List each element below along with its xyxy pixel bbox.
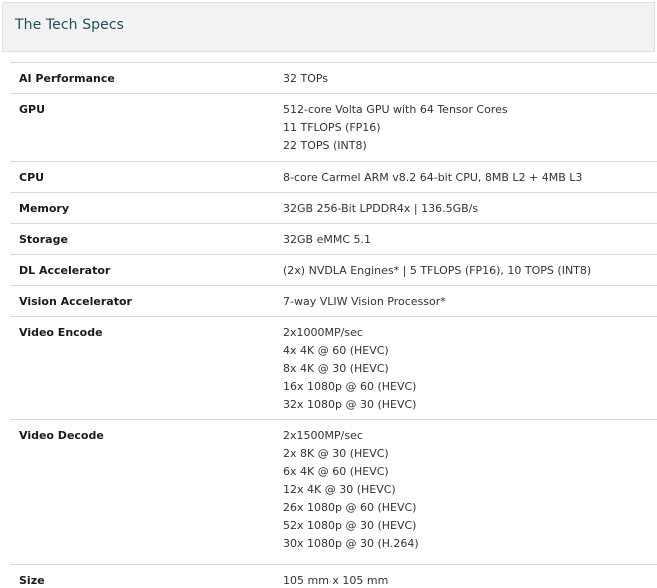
spec-label: Storage bbox=[19, 233, 68, 246]
spec-values: 32 TOPs bbox=[283, 70, 328, 88]
spec-row: Vision Accelerator 7-way VLIW Vision Proc… bbox=[10, 285, 657, 316]
spec-value-line: 11 TFLOPS (FP16) bbox=[283, 121, 381, 134]
spec-values: 105 mm x 105 mm bbox=[283, 572, 388, 588]
spec-value-line: 4x 4K @ 60 (HEVC) bbox=[283, 344, 389, 357]
spec-value-line: 32GB 256-Bit LPDDR4x | 136.5GB/s bbox=[283, 202, 479, 215]
spec-value-line: 8x 4K @ 30 (HEVC) bbox=[283, 362, 389, 375]
spec-values: 7-way VLIW Vision Processor* bbox=[283, 293, 446, 311]
spec-label: Video Encode bbox=[19, 326, 103, 339]
spec-value-line: 12x 4K @ 30 (HEVC) bbox=[283, 483, 396, 496]
spec-value-line: 8-core Carmel ARM v8.2 64-bit CPU, 8MB L… bbox=[283, 171, 583, 184]
spec-value-line: 2x1500MP/sec bbox=[283, 429, 363, 442]
spec-row: Storage 32GB eMMC 5.1 bbox=[10, 223, 657, 254]
specs-header: The Tech Specs bbox=[2, 2, 655, 52]
spec-value-line: 32GB eMMC 5.1 bbox=[283, 233, 371, 246]
spec-value-line: 32 TOPs bbox=[283, 72, 329, 85]
spec-values: 512-core Volta GPU with 64 Tensor Cores 1… bbox=[283, 101, 508, 155]
spec-row: CPU 8-core Carmel ARM v8.2 64-bit CPU, 8M… bbox=[10, 161, 657, 192]
spec-values: 2x1000MP/sec 4x 4K @ 60 (HEVC) 8x 4K @ 30 … bbox=[283, 324, 416, 414]
tech-specs-page: The Tech Specs AI Performance 32 TOPs GPU 5… bbox=[0, 0, 657, 588]
spec-value-line: 105 mm x 105 mm bbox=[283, 574, 389, 587]
spec-label: AI Performance bbox=[19, 72, 115, 85]
spec-value-line: 512-core Volta GPU with 64 Tensor Cores bbox=[283, 103, 508, 116]
spec-row: Video Decode 2x1500MP/sec 2x 8K @ 30 (HEVC… bbox=[10, 419, 657, 564]
spec-row: Size 105 mm x 105 mm bbox=[10, 564, 657, 588]
spec-label: CPU bbox=[19, 171, 45, 184]
spec-value-line: 2x1000MP/sec bbox=[283, 326, 363, 339]
spec-row: GPU 512-core Volta GPU with 64 Tensor Cor… bbox=[10, 93, 657, 161]
page-title: The Tech Specs bbox=[15, 17, 125, 33]
spec-values: 32GB eMMC 5.1 bbox=[283, 231, 371, 249]
spec-label: GPU bbox=[19, 103, 46, 116]
spec-values: (2x) NVDLA Engines* | 5 TFLOPS (FP16), 1… bbox=[283, 262, 591, 280]
spec-value-line: 30x 1080p @ 30 (H.264) bbox=[283, 537, 419, 550]
spec-label: Vision Accelerator bbox=[19, 295, 132, 308]
spec-row: Video Encode 2x1000MP/sec 4x 4K @ 60 (HEVC… bbox=[10, 316, 657, 419]
spec-values: 2x1500MP/sec 2x 8K @ 30 (HEVC) 6x 4K @ 60 … bbox=[283, 427, 419, 553]
spec-value-line: 52x 1080p @ 30 (HEVC) bbox=[283, 519, 417, 532]
spec-value-line: 16x 1080p @ 60 (HEVC) bbox=[283, 380, 417, 393]
spec-row: Memory 32GB 256-Bit LPDDR4x | 136.5GB/s bbox=[10, 192, 657, 223]
spec-row: AI Performance 32 TOPs bbox=[10, 62, 657, 93]
spec-value-line: 22 TOPS (INT8) bbox=[283, 139, 367, 152]
spec-row: DL Accelerator (2x) NVDLA Engines* | 5 TF… bbox=[10, 254, 657, 285]
spec-value-line: 6x 4K @ 60 (HEVC) bbox=[283, 465, 389, 478]
spec-label: Memory bbox=[19, 202, 70, 215]
spec-value-line: 7-way VLIW Vision Processor* bbox=[283, 295, 446, 308]
spec-value-line: (2x) NVDLA Engines* | 5 TFLOPS (FP16), 1… bbox=[283, 264, 592, 277]
spec-values: 32GB 256-Bit LPDDR4x | 136.5GB/s bbox=[283, 200, 478, 218]
spec-value-line: 2x 8K @ 30 (HEVC) bbox=[283, 447, 389, 460]
spec-label: Video Decode bbox=[19, 429, 104, 442]
spec-label: DL Accelerator bbox=[19, 264, 111, 277]
spec-value-line: 26x 1080p @ 60 (HEVC) bbox=[283, 501, 417, 514]
spec-label: Size bbox=[19, 574, 45, 587]
spec-value-line: 32x 1080p @ 30 (HEVC) bbox=[283, 398, 417, 411]
spec-values: 8-core Carmel ARM v8.2 64-bit CPU, 8MB L… bbox=[283, 169, 582, 187]
